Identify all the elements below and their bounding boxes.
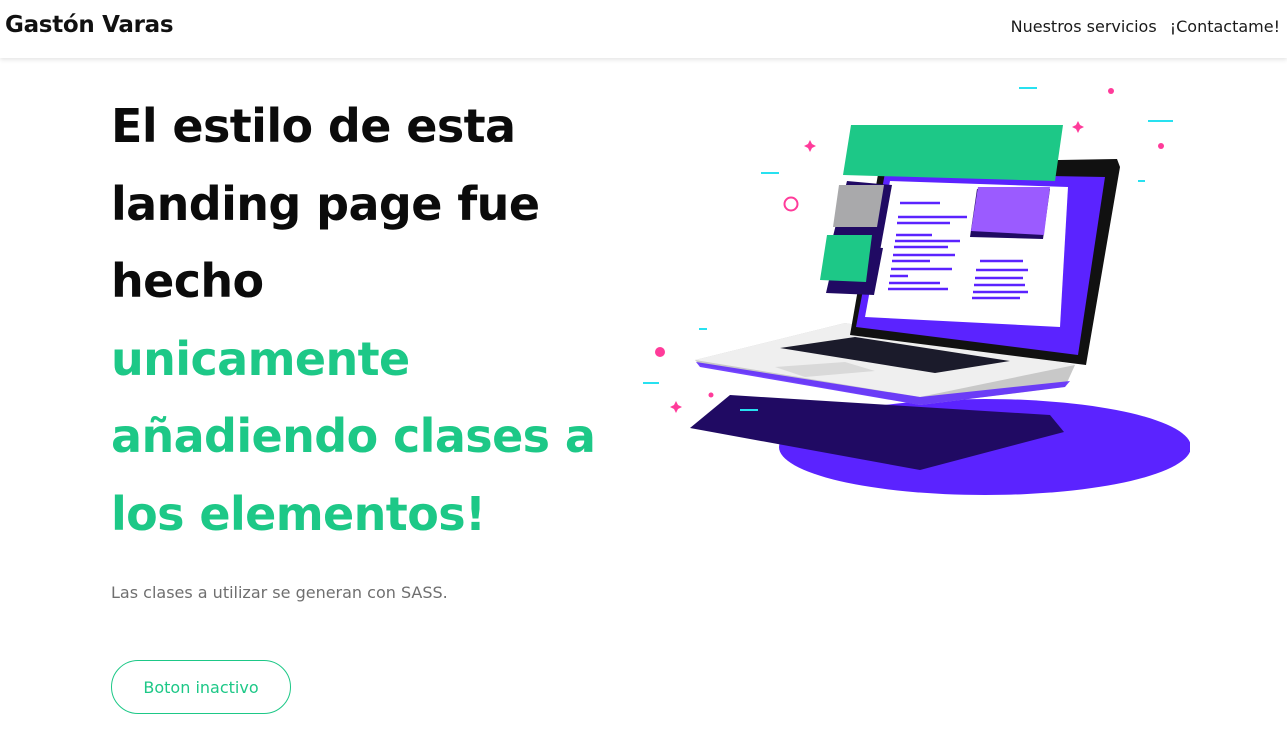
grey-block [833,185,884,227]
decor-ring [783,196,799,212]
hero-title-accent-line: añadiendo clases a [111,409,596,463]
hero-title-accent-line: los elementos! [111,486,486,541]
purple-card [971,187,1050,235]
brand-logo[interactable]: Gastón Varas [5,12,174,38]
nav-links: Nuestros servicios ¡Contactame! [1011,17,1280,36]
hero-title: El estilo de esta landing page fue hecho… [111,88,671,553]
green-block [820,235,872,282]
hero-title-line: hecho [111,254,264,308]
nav-link-servicios[interactable]: Nuestros servicios [1011,17,1157,36]
hero-subtitle: Las clases a utilizar se generan con SAS… [111,583,448,602]
hero-title-line: El estilo de esta [111,99,516,153]
inactive-button[interactable]: Boton inactivo [111,660,291,714]
nav-link-contacto[interactable]: ¡Contactame! [1170,17,1280,36]
navbar: Gastón Varas Nuestros servicios ¡Contact… [0,0,1287,58]
laptop-illustration [643,87,1190,495]
header-bar [843,125,1063,181]
hero-title-accent-line: unicamente [111,331,410,386]
hero-title-line: landing page fue [111,176,540,231]
